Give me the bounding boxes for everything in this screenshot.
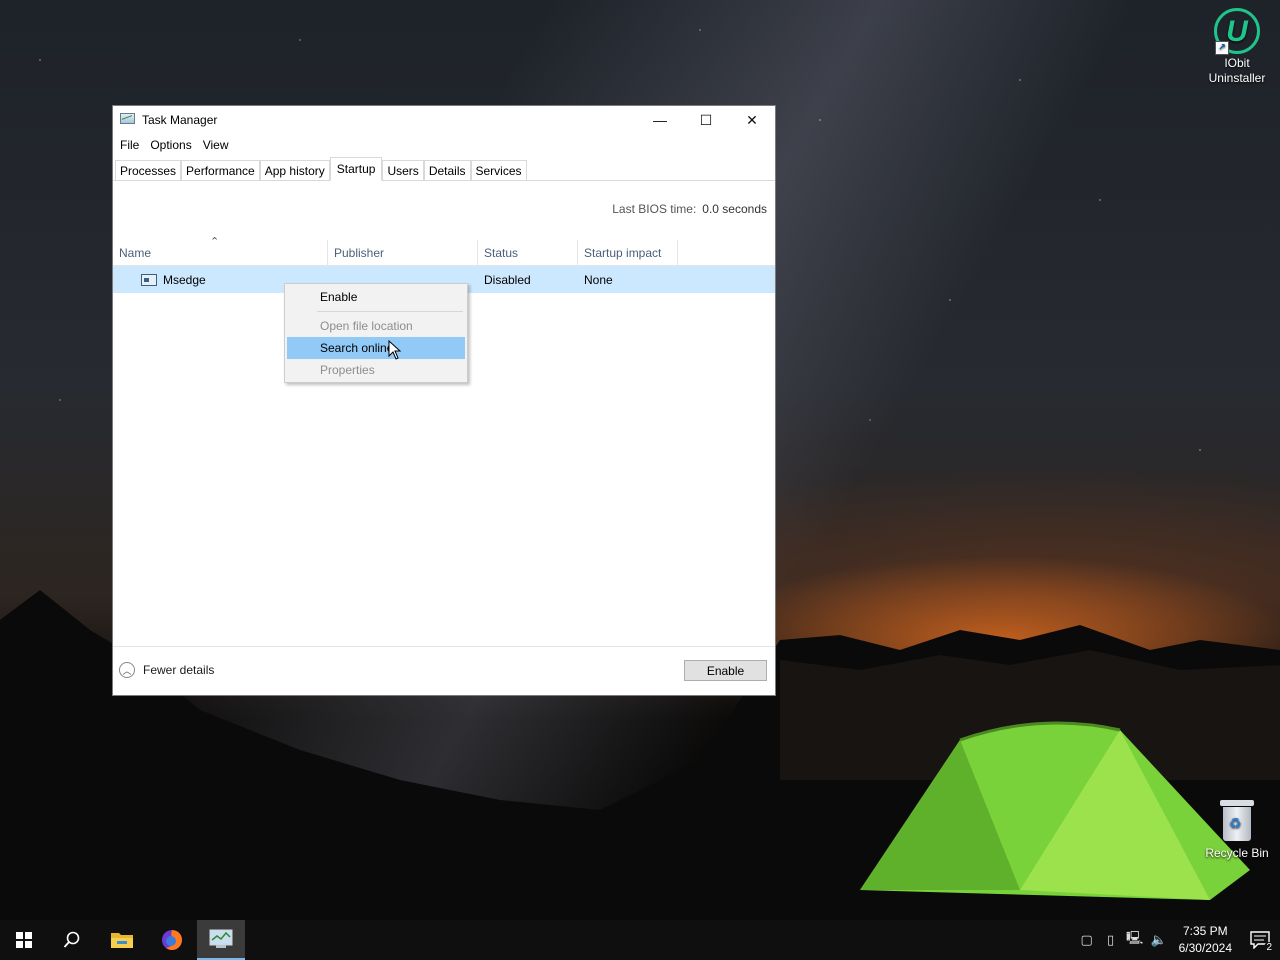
task-manager-app-icon <box>120 113 136 127</box>
clock-time: 7:35 PM <box>1182 924 1228 938</box>
taskbar-file-explorer[interactable] <box>98 920 146 960</box>
context-menu: Enable Open file location Search online … <box>284 283 468 383</box>
column-startup-impact[interactable]: Startup impact <box>578 240 678 265</box>
notification-count: 2 <box>1264 942 1274 953</box>
task-manager-window: Task Manager — ☐ ✕ File Options View Pro… <box>112 105 776 696</box>
desktop-icon-label: Recycle Bin <box>1205 846 1269 860</box>
taskbar-task-manager[interactable] <box>197 920 245 960</box>
task-manager-icon <box>209 929 233 948</box>
minimize-button[interactable]: — <box>637 106 683 134</box>
app-window-icon <box>141 273 157 286</box>
menu-bar: File Options View <box>113 134 775 156</box>
context-menu-open-file-location[interactable]: Open file location <box>287 315 465 337</box>
tablet-mode-icon[interactable]: ▢ <box>1078 931 1096 949</box>
search-icon <box>63 931 80 948</box>
desktop-icon-iobit[interactable]: U ↗ IObit Uninstaller <box>1199 8 1275 86</box>
recycle-bin-icon: ♻ <box>1220 800 1254 842</box>
context-menu-search-online[interactable]: Search online <box>287 337 465 359</box>
taskbar-search-button[interactable] <box>48 920 96 960</box>
iobit-uninstaller-icon: U ↗ <box>1214 8 1260 55</box>
start-button[interactable] <box>0 920 48 960</box>
bios-time-value: 0.0 seconds <box>702 202 767 216</box>
window-title: Task Manager <box>142 113 218 127</box>
volume-muted-icon[interactable]: 🔈 <box>1150 931 1168 949</box>
taskbar: ▢ ▯ 🖳 🔈 7:35 PM 6/30/2024 2 <box>0 920 1280 960</box>
battery-icon[interactable]: ▯ <box>1102 931 1120 949</box>
row-impact: None <box>584 272 613 287</box>
column-publisher[interactable]: Publisher <box>328 240 478 265</box>
context-menu-enable[interactable]: Enable <box>287 286 465 308</box>
bios-time: Last BIOS time: 0.0 seconds <box>612 202 767 216</box>
taskbar-firefox[interactable] <box>148 920 196 960</box>
fewer-details-button[interactable]: ︿ Fewer details <box>119 662 214 678</box>
row-status: Disabled <box>484 272 531 287</box>
tab-app-history[interactable]: App history <box>259 160 330 180</box>
bios-time-label: Last BIOS time: <box>612 202 697 216</box>
clock-date: 6/30/2024 <box>1178 941 1232 955</box>
mouse-cursor-icon <box>388 340 402 360</box>
tab-processes[interactable]: Processes <box>115 160 182 180</box>
title-bar[interactable]: Task Manager — ☐ ✕ <box>113 106 775 134</box>
network-icon[interactable]: 🖳 <box>1126 930 1144 949</box>
footer: ︿ Fewer details Enable <box>113 646 775 695</box>
context-menu-separator <box>317 311 463 312</box>
tab-services[interactable]: Services <box>470 160 527 180</box>
menu-options[interactable]: Options <box>146 138 195 152</box>
clock[interactable]: 7:35 PM 6/30/2024 <box>1179 923 1232 957</box>
column-status[interactable]: Status <box>478 240 578 265</box>
tab-bar: Processes Performance App history Startu… <box>113 156 775 181</box>
action-center-button[interactable]: 2 <box>1243 931 1277 953</box>
chevron-up-icon: ︿ <box>119 662 135 678</box>
tab-startup[interactable]: Startup <box>329 157 383 181</box>
desktop-icon-label: IObit Uninstaller <box>1208 56 1266 85</box>
windows-logo-icon <box>16 932 32 948</box>
maximize-button[interactable]: ☐ <box>683 106 729 134</box>
firefox-icon <box>162 930 182 950</box>
tab-details[interactable]: Details <box>423 160 471 180</box>
system-tray: ▢ ▯ 🖳 🔈 7:35 PM 6/30/2024 2 <box>1075 920 1280 960</box>
menu-file[interactable]: File <box>116 138 143 152</box>
enable-button[interactable]: Enable <box>684 660 767 681</box>
tab-performance[interactable]: Performance <box>181 160 260 180</box>
file-explorer-icon <box>111 933 133 948</box>
close-button[interactable]: ✕ <box>729 106 775 134</box>
column-name[interactable]: Name <box>113 240 328 265</box>
row-name: Msedge <box>163 272 206 287</box>
context-menu-properties[interactable]: Properties <box>287 359 465 381</box>
menu-view[interactable]: View <box>199 138 233 152</box>
fewer-details-label: Fewer details <box>143 663 215 677</box>
desktop-icon-recycle-bin[interactable]: ♻ Recycle Bin <box>1199 800 1275 861</box>
tab-users[interactable]: Users <box>382 160 424 180</box>
column-header-row: ⌃ Name Publisher Status Startup impact <box>113 236 775 266</box>
